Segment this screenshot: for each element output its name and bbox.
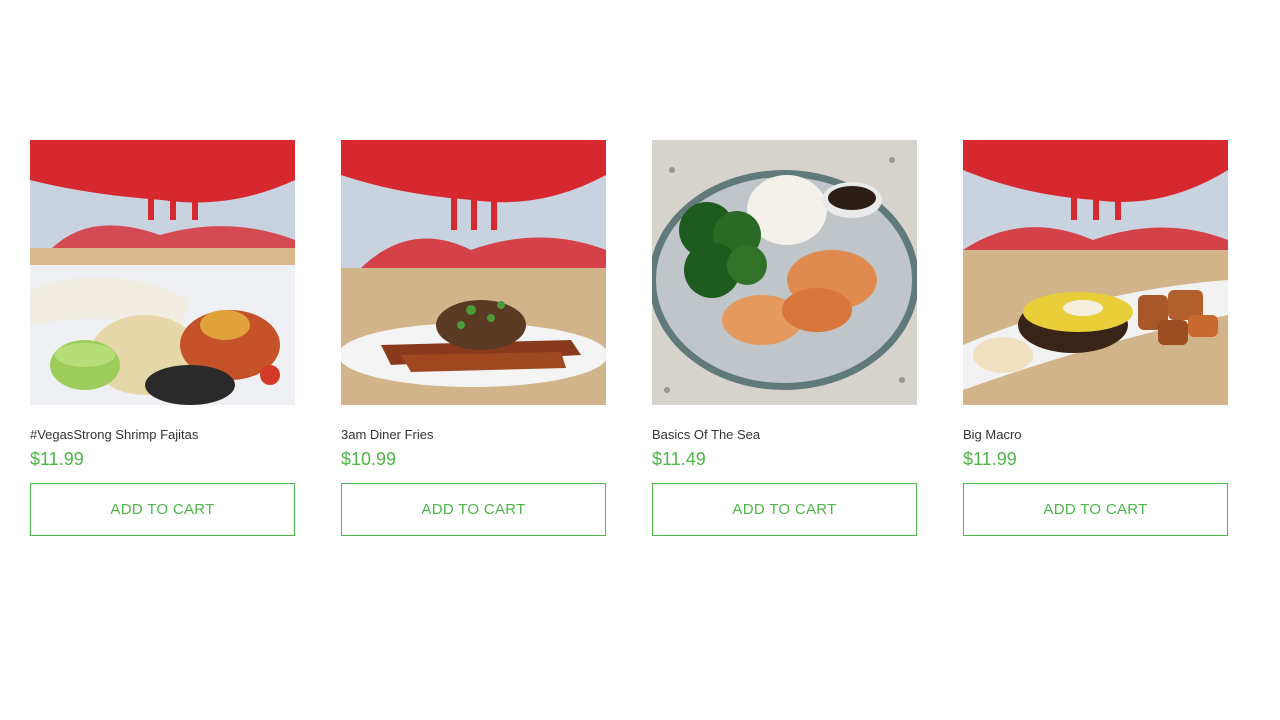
shrimp-fajitas-photo: [30, 140, 295, 405]
product-name[interactable]: 3am Diner Fries: [341, 427, 606, 443]
product-name[interactable]: #VegasStrong Shrimp Fajitas: [30, 427, 295, 443]
product-name[interactable]: Basics Of The Sea: [652, 427, 917, 443]
product-image-diner-fries[interactable]: [341, 140, 606, 405]
product-image-big-macro[interactable]: [963, 140, 1228, 405]
product-price: $11.99: [30, 449, 84, 469]
product-card: Big Macro $11.99 ADD TO CART: [963, 140, 1228, 536]
diner-fries-photo: [341, 140, 606, 405]
add-to-cart-button[interactable]: ADD TO CART: [652, 483, 917, 536]
product-grid: #VegasStrong Shrimp Fajitas $11.99 ADD T…: [30, 140, 1228, 536]
basics-of-the-sea-photo: [652, 140, 917, 405]
product-card: #VegasStrong Shrimp Fajitas $11.99 ADD T…: [30, 140, 295, 536]
product-price: $10.99: [341, 449, 397, 469]
product-image-basics-of-the-sea[interactable]: [652, 140, 917, 405]
product-card: 3am Diner Fries $10.99 ADD TO CART: [341, 140, 606, 536]
product-price: $11.99: [963, 449, 1017, 469]
add-to-cart-button[interactable]: ADD TO CART: [963, 483, 1228, 536]
product-card: Basics Of The Sea $11.49 ADD TO CART: [652, 140, 917, 536]
product-name[interactable]: Big Macro: [963, 427, 1228, 443]
add-to-cart-button[interactable]: ADD TO CART: [341, 483, 606, 536]
add-to-cart-button[interactable]: ADD TO CART: [30, 483, 295, 536]
product-price: $11.49: [652, 449, 706, 469]
product-image-shrimp-fajitas[interactable]: [30, 140, 295, 405]
big-macro-photo: [963, 140, 1228, 405]
